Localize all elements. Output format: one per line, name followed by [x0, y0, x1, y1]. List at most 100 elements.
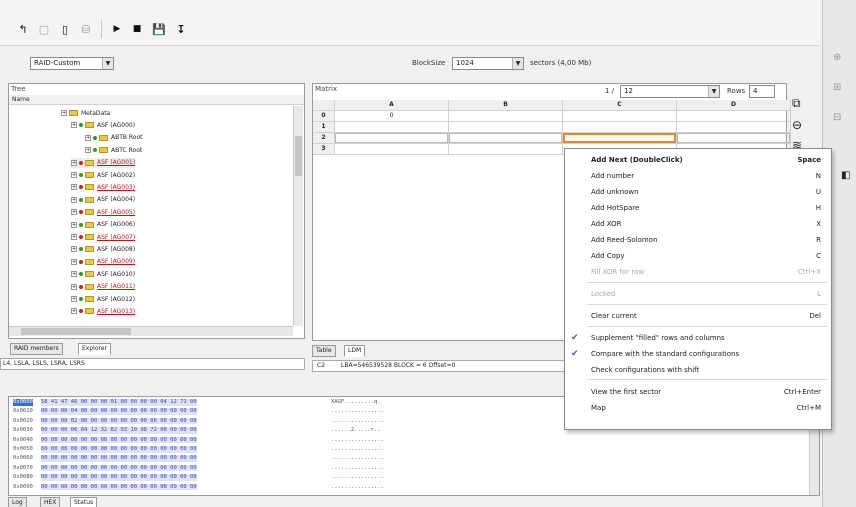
expand-icon[interactable]: +	[71, 209, 77, 216]
row-header[interactable]: 2	[313, 133, 335, 144]
matrix-cell[interactable]: 0	[335, 111, 449, 122]
tree-item[interactable]: + ABTC Root	[85, 145, 142, 155]
menu-item[interactable]: Add number N	[565, 169, 831, 184]
tab-table[interactable]: Table	[312, 345, 336, 357]
tree-item[interactable]: + ASF (AG008)	[71, 244, 135, 254]
save-icon[interactable]: 💾	[152, 22, 166, 36]
tree-item[interactable]: + ASF (AG002)	[71, 170, 135, 180]
matrix-cell[interactable]	[449, 133, 563, 144]
disk-icon[interactable]: ⊖	[792, 118, 802, 132]
expand-icon[interactable]: +	[71, 308, 77, 315]
rows-spinner[interactable]: 4	[749, 85, 775, 98]
tree-item[interactable]: + ASF (AG000)	[71, 120, 135, 130]
page-combo[interactable]: 12 ▼	[620, 85, 720, 98]
menu-item[interactable]: Add Next (DoubleClick) Space	[565, 153, 831, 168]
expand-icon[interactable]: +	[71, 221, 77, 228]
tree-item[interactable]: + ASF (AG010)	[71, 269, 135, 279]
sort-icon[interactable]: ↧	[174, 22, 188, 36]
column-header[interactable]: C	[563, 100, 677, 111]
tree-item[interactable]: + ASF (AG005)	[71, 207, 135, 217]
hex-bytes[interactable]: 00 00 00 00 00 00 00 00 00 00 00 00 00 0…	[41, 446, 197, 453]
pointer-icon[interactable]: ↰	[16, 22, 30, 36]
hex-bytes[interactable]: 00 00 00 00 00 00 00 00 00 00 00 00 00 0…	[41, 464, 197, 472]
tree-hscrollbar[interactable]	[9, 326, 293, 336]
blank-icon[interactable]: ▢	[37, 22, 51, 36]
hex-ascii[interactable]: ................	[331, 465, 384, 472]
matrix-cell[interactable]	[449, 111, 563, 122]
expand-icon[interactable]: +	[71, 283, 77, 290]
matrix-cell[interactable]	[449, 144, 563, 155]
hex-bytes[interactable]: 00 00 00 00 00 00 00 00 00 00 00 00 00 0…	[41, 436, 197, 444]
dock-tool-icon[interactable]: ⊞	[833, 82, 841, 93]
hex-bytes[interactable]: 00 00 00 00 00 00 00 00 00 00 00 00 00 0…	[41, 455, 197, 462]
hex-ascii[interactable]: ................	[331, 455, 384, 462]
matrix-cell[interactable]	[335, 144, 449, 155]
tree-item[interactable]: + ASF (AG007)	[71, 232, 135, 242]
menu-item[interactable]: Fill XOR for row Ctrl+X	[565, 265, 831, 280]
matrix-cell[interactable]	[449, 122, 563, 133]
expand-icon[interactable]: +	[85, 147, 91, 154]
expand-icon[interactable]: +	[71, 196, 77, 203]
menu-item[interactable]: Map Ctrl+M	[565, 401, 831, 416]
matrix-cell[interactable]	[563, 122, 677, 133]
matrix-cell[interactable]	[677, 133, 791, 144]
hex-bytes[interactable]: 00 00 00 00 00 00 00 00 00 00 00 00 00 0…	[41, 474, 197, 481]
hex-bytes[interactable]: 58 41 47 46 00 00 00 01 00 00 00 00 04 1…	[41, 399, 197, 406]
menu-item[interactable]: Add XOR X	[565, 217, 831, 232]
expand-icon[interactable]: +	[71, 159, 77, 166]
expand-icon[interactable]: +	[71, 122, 77, 129]
matrix-cell[interactable]	[335, 122, 449, 133]
hex-ascii[interactable]: ......2.....r..	[331, 427, 381, 434]
dock-tool-icon[interactable]: ⊟	[833, 112, 841, 123]
matrix-cell[interactable]	[563, 133, 677, 144]
copy-icon[interactable]: ⧉	[792, 96, 801, 111]
hex-ascii[interactable]: XAGF.........q.	[331, 399, 381, 406]
tree-item[interactable]: + ABTB Root	[85, 133, 143, 143]
scroll-thumb[interactable]	[295, 136, 302, 176]
raid-type-combo[interactable]: RAID-Custom ▼	[30, 57, 114, 70]
tree-column-name[interactable]: Name	[12, 96, 30, 103]
chevron-down-icon[interactable]: ▼	[708, 86, 719, 97]
stop-icon[interactable]: ■	[130, 22, 144, 36]
expand-icon[interactable]: +	[71, 271, 77, 278]
hex-ascii[interactable]: ................	[331, 484, 384, 491]
expand-icon[interactable]: +	[61, 110, 67, 116]
row-header[interactable]: 0	[313, 111, 335, 122]
tree-item[interactable]: + ASF (AG012)	[71, 294, 135, 304]
expand-icon[interactable]: +	[71, 296, 77, 302]
menu-item[interactable]: Locked L	[565, 287, 831, 302]
column-header[interactable]: B	[449, 100, 563, 111]
tab-explorer[interactable]: Explorer	[78, 343, 111, 355]
tree-item[interactable]: + ASF (AG003)	[71, 182, 135, 192]
menu-item[interactable]: Check configurations with shift	[565, 363, 831, 378]
dock-tool-icon[interactable]: ◧	[841, 170, 850, 181]
hex-ascii[interactable]: ................	[331, 408, 384, 415]
expand-icon[interactable]: +	[71, 258, 77, 265]
menu-item[interactable]: View the first sector Ctrl+Enter	[565, 385, 831, 400]
expand-icon[interactable]: +	[71, 184, 77, 191]
matrix-cell[interactable]	[677, 122, 791, 133]
tab-ldm[interactable]: LDM	[344, 345, 366, 357]
column-header[interactable]: D	[677, 100, 791, 111]
menu-item[interactable]: ✔ Supplement "filled" rows and columns	[565, 331, 831, 346]
hex-ascii[interactable]: ................	[331, 437, 384, 444]
matrix-cell[interactable]	[563, 111, 677, 122]
menu-item[interactable]: ✔ Compare with the standard configuration…	[565, 347, 831, 362]
hex-bytes[interactable]: 00 00 00 04 00 00 00 00 00 00 00 00 00 0…	[41, 408, 197, 415]
tab-raid-members[interactable]: RAID members	[10, 343, 63, 355]
menu-item[interactable]: Add HotSpare H	[565, 201, 831, 216]
expand-icon[interactable]: +	[71, 234, 77, 240]
dock-tool-icon[interactable]: ⊕	[833, 52, 841, 63]
column-header[interactable]: A	[335, 100, 449, 111]
tree-item[interactable]: + ASF (AG004)	[71, 195, 135, 205]
hex-bytes[interactable]: 00 00 00 02 00 00 00 00 00 00 00 06 00 0…	[41, 417, 197, 425]
row-header[interactable]: 3	[313, 144, 335, 155]
play-icon[interactable]: ▶	[110, 22, 124, 36]
disk-stack-icon[interactable]: ⛁	[79, 22, 93, 36]
matrix-cell[interactable]	[335, 133, 449, 144]
tab-status[interactable]: Status	[70, 497, 98, 507]
matrix-cell[interactable]	[677, 111, 791, 122]
tree-item[interactable]: + ASF (AG011)	[71, 282, 135, 292]
tree-item[interactable]: + ASF (AG009)	[71, 257, 135, 267]
document-icon[interactable]: ▯	[58, 22, 72, 36]
